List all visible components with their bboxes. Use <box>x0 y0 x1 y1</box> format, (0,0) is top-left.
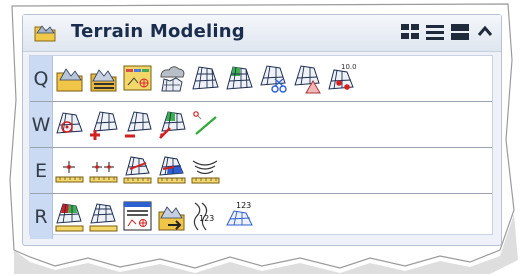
collapse-button[interactable] <box>475 23 495 41</box>
terrain-export-icon[interactable] <box>156 199 187 233</box>
element-selection-icon[interactable] <box>122 61 153 95</box>
profile-mesh-icon[interactable] <box>122 153 153 187</box>
spot-elevation-label: 10.0 <box>341 63 357 71</box>
contour-labels-icon[interactable]: 123 <box>190 199 221 233</box>
triangle-labels-icon[interactable]: 123 <box>224 199 255 233</box>
terrain-spot-elevation-icon[interactable]: 10.0 <box>326 61 357 95</box>
panel-title: Terrain Modeling <box>71 21 245 42</box>
list-view-button[interactable] <box>425 23 445 41</box>
terrain-report-icon[interactable] <box>122 199 153 233</box>
profile-points-icon[interactable] <box>88 153 119 187</box>
view-buttons <box>400 23 495 43</box>
terrain-folder-open-icon[interactable] <box>88 61 119 95</box>
tool-row-w: W <box>30 102 492 148</box>
panel-titlebar: Terrain Modeling <box>23 15 501 52</box>
row-key-label: R <box>30 194 53 239</box>
tool-row-r: R 123 123 <box>30 194 492 239</box>
terrain-shape-icon[interactable] <box>292 61 323 95</box>
tool-row-e: E <box>30 148 492 194</box>
edit-feature-icon[interactable] <box>156 107 187 141</box>
terrain-from-cloud-icon[interactable] <box>156 61 187 95</box>
terrain-folder-icon[interactable] <box>54 61 85 95</box>
terrain-compare-icon[interactable] <box>88 199 119 233</box>
profile-blue-mesh-icon[interactable] <box>156 153 187 187</box>
row-key-label: E <box>30 148 53 193</box>
profile-point-icon[interactable] <box>54 153 85 187</box>
contour-label-text: 123 <box>199 214 214 223</box>
large-list-view-button[interactable] <box>450 23 470 41</box>
row-key-label: W <box>30 102 53 147</box>
remove-terrain-feature-icon[interactable] <box>122 107 153 141</box>
terrain-modeling-panel: Terrain Modeling Q 10.0 W E R 123 123 <box>22 14 502 246</box>
grid-view-button[interactable] <box>400 23 420 41</box>
triangle-label-text: 123 <box>236 201 251 210</box>
terrain-green-mesh-icon[interactable] <box>224 61 255 95</box>
tool-grid: Q 10.0 W E R 123 123 <box>29 55 493 239</box>
tool-row-q: Q 10.0 <box>30 56 492 102</box>
terrain-mesh-icon[interactable] <box>190 61 221 95</box>
row-key-label: Q <box>30 56 53 101</box>
terrain-point-target-icon[interactable] <box>54 107 85 141</box>
contour-profile-icon[interactable] <box>190 153 221 187</box>
terrain-folder-icon <box>34 25 56 42</box>
terrain-clip-icon[interactable] <box>258 61 289 95</box>
add-terrain-feature-icon[interactable] <box>88 107 119 141</box>
terrain-analysis-icon[interactable] <box>54 199 85 233</box>
slope-line-icon[interactable] <box>190 107 221 141</box>
